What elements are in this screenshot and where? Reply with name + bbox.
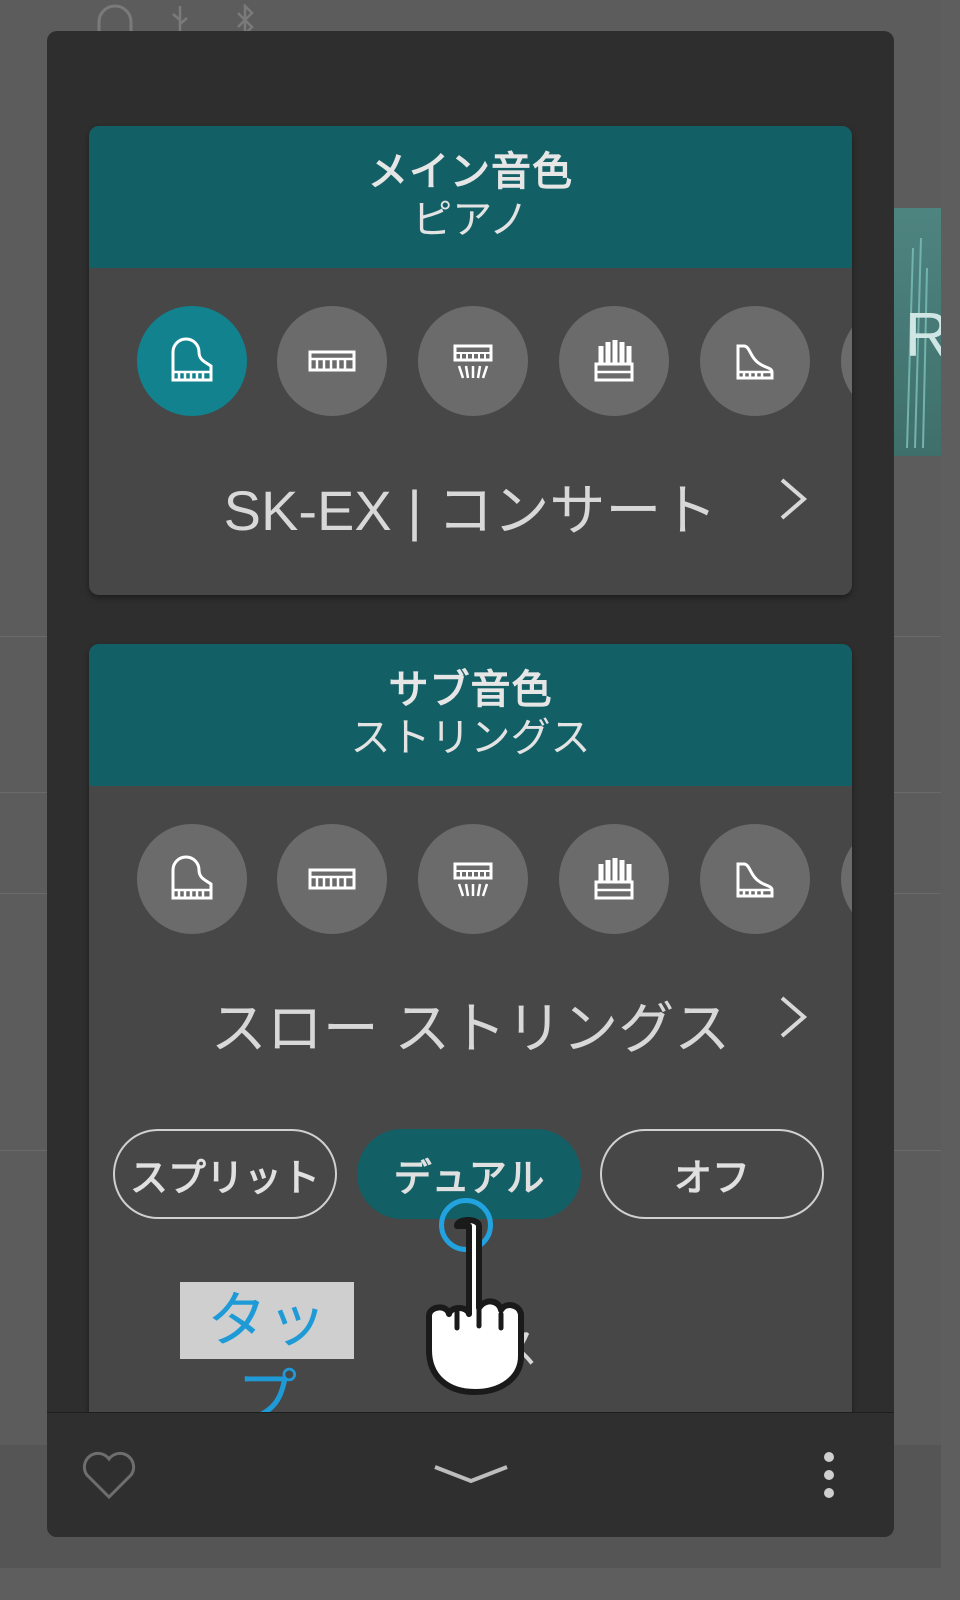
organ-icon bbox=[594, 340, 634, 382]
main-tone-sound-name[interactable]: SK-EX | コンサート bbox=[89, 466, 852, 547]
heart-icon[interactable] bbox=[79, 1449, 139, 1501]
harpsichord-icon bbox=[453, 344, 493, 379]
electric-piano-icon bbox=[308, 350, 356, 372]
sub-tone-category: ストリングス bbox=[350, 715, 591, 761]
bottom-toolbar bbox=[47, 1412, 894, 1537]
category-more-button[interactable] bbox=[841, 306, 852, 416]
usb-icon bbox=[172, 6, 188, 32]
category-electric-piano-button[interactable] bbox=[277, 824, 387, 934]
background-letter: R bbox=[905, 301, 941, 370]
organ-icon bbox=[594, 858, 634, 900]
main-tone-title: メイン音色 bbox=[368, 149, 573, 195]
electric-piano-icon bbox=[308, 868, 356, 890]
category-organ-button[interactable] bbox=[559, 824, 669, 934]
category-upright-piano-button[interactable] bbox=[700, 306, 810, 416]
pointing-hand-icon bbox=[426, 1217, 524, 1395]
sub-tone-sound-name[interactable]: スロー ストリングス bbox=[89, 984, 852, 1065]
category-piano-button[interactable] bbox=[137, 824, 247, 934]
sub-tone-title: サブ音色 bbox=[388, 667, 553, 713]
tap-hint-label: タップ bbox=[180, 1282, 354, 1431]
chevron-down-icon[interactable] bbox=[431, 1461, 511, 1491]
off-button[interactable]: オフ bbox=[600, 1129, 824, 1219]
split-button[interactable]: スプリット bbox=[113, 1129, 337, 1219]
main-tone-chevron-right-icon[interactable] bbox=[778, 476, 808, 522]
harpsichord-icon bbox=[453, 862, 493, 897]
category-upright-piano-button[interactable] bbox=[700, 824, 810, 934]
sub-tone-header: サブ音色 ストリングス bbox=[89, 644, 852, 786]
sub-category-row bbox=[89, 786, 852, 936]
main-tone-category: ピアノ bbox=[412, 197, 529, 243]
category-piano-button[interactable] bbox=[137, 306, 247, 416]
category-electric-piano-button[interactable] bbox=[277, 306, 387, 416]
category-more-button[interactable] bbox=[841, 824, 852, 934]
piano-icon bbox=[171, 337, 213, 382]
upright-piano-icon bbox=[736, 862, 774, 898]
sub-tone-card: サブ音色 ストリングス スロー ストリングス bbox=[89, 644, 852, 1537]
category-organ-button[interactable] bbox=[559, 306, 669, 416]
sub-tone-chevron-right-icon[interactable] bbox=[778, 994, 808, 1040]
main-category-row bbox=[89, 268, 852, 418]
piano-icon bbox=[171, 855, 213, 900]
category-harpsichord-button[interactable] bbox=[418, 824, 528, 934]
screen: R メイン音色 ピアノ SK-EX | コンサート サブ音色 ストリングス スロ… bbox=[0, 0, 941, 1568]
sound-select-panel: メイン音色 ピアノ SK-EX | コンサート サブ音色 ストリングス スロー … bbox=[47, 31, 894, 1537]
main-tone-header: メイン音色 ピアノ bbox=[89, 126, 852, 268]
upright-piano-icon bbox=[736, 344, 774, 380]
more-vertical-icon[interactable] bbox=[819, 1451, 839, 1501]
category-harpsichord-button[interactable] bbox=[418, 306, 528, 416]
headphones-icon bbox=[97, 4, 133, 32]
main-tone-card: メイン音色 ピアノ SK-EX | コンサート bbox=[89, 126, 852, 595]
